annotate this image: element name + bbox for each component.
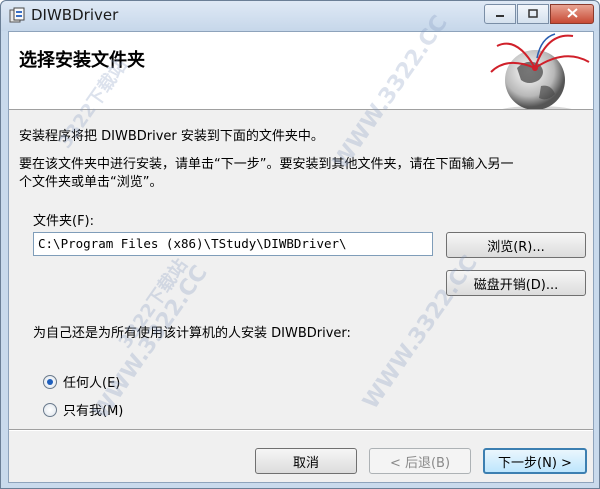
install-scope-label: 为自己还是为所有使用该计算机的人安装 DIWBDriver: xyxy=(33,326,351,341)
next-button[interactable]: 下一步(N) > xyxy=(483,448,587,474)
minimize-button[interactable] xyxy=(484,4,516,24)
page-title: 选择安装文件夹 xyxy=(19,50,145,71)
cancel-button[interactable]: 取消 xyxy=(255,448,357,474)
minimize-icon xyxy=(495,8,505,21)
intro-text: 安装程序将把 DIWBDriver 安装到下面的文件夹中。 xyxy=(19,129,324,144)
instruction-text-line1: 要在该文件夹中进行安装，请单击“下一步”。要安装到其他文件夹，请在下面输入另一 xyxy=(19,157,514,172)
installer-window: DIWBDriver 选择安装文件夹 安装程序将把 DIWBDriver 安装到… xyxy=(0,0,600,489)
title-bar[interactable]: DIWBDriver xyxy=(1,1,599,31)
folder-label: 文件夹(F): xyxy=(33,214,95,229)
radio-just-me-label: 只有我(M) xyxy=(63,404,124,419)
instruction-text-line2: 个文件夹或单击“浏览”。 xyxy=(19,175,163,190)
radio-selected-icon[interactable] xyxy=(43,374,57,389)
installer-app-icon xyxy=(9,7,25,23)
header-banner: 选择安装文件夹 xyxy=(9,32,593,110)
maximize-button[interactable] xyxy=(517,4,549,24)
radio-unselected-icon[interactable] xyxy=(43,402,57,417)
back-button[interactable]: < 后退(B) xyxy=(369,448,471,474)
radio-everyone-label: 任何人(E) xyxy=(63,376,121,391)
close-icon xyxy=(566,7,578,21)
folder-path-input[interactable]: C:\Program Files (x86)\TStudy\DIWBDriver… xyxy=(33,232,433,256)
window-title: DIWBDriver xyxy=(31,6,119,24)
globe-logo-icon xyxy=(490,33,590,109)
browse-button[interactable]: 浏览(R)... xyxy=(446,232,586,258)
radio-everyone[interactable]: 任何人(E) xyxy=(43,372,120,391)
radio-just-me[interactable]: 只有我(M) xyxy=(43,400,123,419)
footer-divider xyxy=(9,429,593,431)
maximize-icon xyxy=(528,8,538,21)
close-button[interactable] xyxy=(550,4,594,24)
disk-cost-button[interactable]: 磁盘开销(D)... xyxy=(446,270,586,296)
dialog-client-area: 选择安装文件夹 安装程序将把 DIWBDriver 安装到下面的文件夹中。 要在… xyxy=(8,31,594,483)
